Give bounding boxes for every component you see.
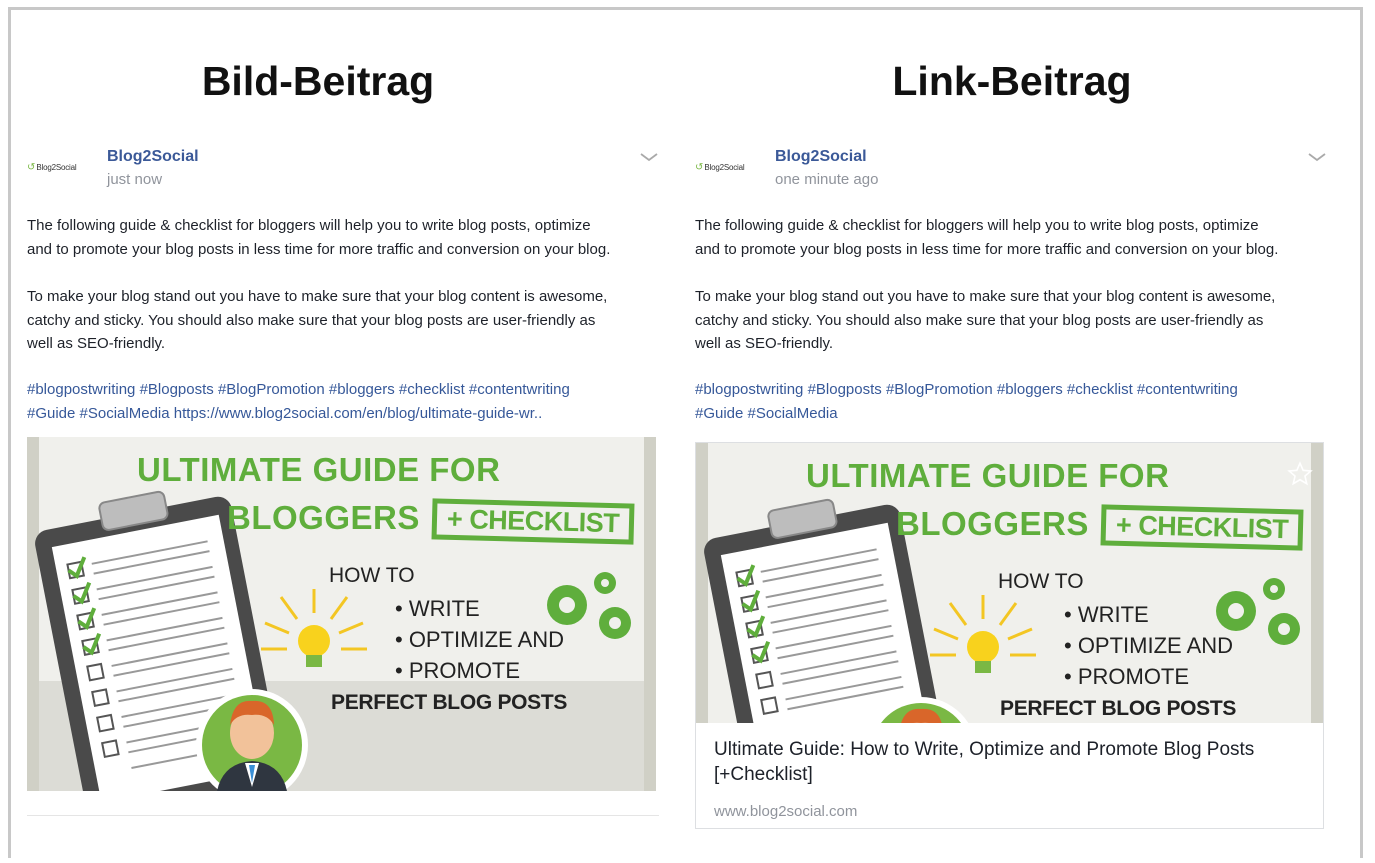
page-logo[interactable]: ↺ Blog2Social (695, 158, 757, 176)
banner-title-line2: BLOGGERS (227, 499, 420, 536)
left-heading: Bild-Beitrag (201, 58, 435, 104)
chevron-down-icon[interactable] (1307, 150, 1327, 164)
banner-bullet-2: • OPTIMIZE AND (395, 627, 565, 652)
chevron-down-icon[interactable] (639, 150, 659, 164)
lightbulb-icon (261, 589, 367, 667)
banner-stamp: + CHECKLIST (431, 498, 635, 545)
banner-stamp: + CHECKLIST (1100, 504, 1304, 551)
banner-perfect: PERFECT BLOG POSTS (331, 691, 568, 714)
banner-bullet-1: • WRITE (395, 596, 480, 621)
logo-text: Blog2Social (36, 162, 77, 172)
post-author[interactable]: Blog2Social (775, 148, 867, 166)
star-icon[interactable] (1287, 461, 1313, 487)
banner-title-line1: ULTIMATE GUIDE FOR (806, 457, 1170, 494)
post-hashtags[interactable]: #blogpostwriting #Blogposts #BlogPromoti… (695, 378, 1238, 425)
logo-text: Blog2Social (704, 162, 745, 172)
logo-leaf-icon: ↺ (695, 161, 704, 173)
right-heading: Link-Beitrag (892, 58, 1132, 104)
banner-title-line1: ULTIMATE GUIDE FOR (137, 451, 501, 488)
post-hashtags[interactable]: #blogpostwriting #Blogposts #BlogPromoti… (27, 378, 570, 425)
logo-leaf-icon: ↺ (27, 161, 36, 173)
banner-bullet-3: • PROMOTE (395, 658, 521, 683)
banner-title-line2: BLOGGERS (896, 505, 1089, 542)
post-timestamp[interactable]: one minute ago (775, 171, 878, 188)
link-url: www.blog2social.com (714, 803, 858, 820)
link-title[interactable]: Ultimate Guide: How to Write, Optimize a… (714, 737, 1314, 787)
post-image[interactable]: ULTIMATE GUIDE FOR BLOGGERS + CHECKLIST … (27, 437, 656, 791)
post-text-paragraph-2: To make your blog stand out you have to … (27, 288, 608, 352)
banner-how-to: HOW TO (998, 570, 1084, 593)
link-preview-caption[interactable]: Ultimate Guide: How to Write, Optimize a… (695, 723, 1324, 829)
banner-bullet-1: • WRITE (1064, 602, 1149, 627)
link-preview-image[interactable]: ULTIMATE GUIDE FOR BLOGGERS + CHECKLIST … (695, 442, 1324, 723)
banner-how-to: HOW TO (329, 564, 415, 587)
banner-perfect: PERFECT BLOG POSTS (1000, 697, 1237, 720)
post-text-paragraph-1: The following guide & checklist for blog… (695, 217, 1279, 258)
banner-bullet-3: • PROMOTE (1064, 664, 1190, 689)
post-author[interactable]: Blog2Social (107, 148, 199, 166)
post-text-paragraph-2: To make your blog stand out you have to … (695, 288, 1276, 352)
page-logo[interactable]: ↺ Blog2Social (27, 158, 89, 176)
lightbulb-icon (930, 595, 1036, 673)
post-text-paragraph-1: The following guide & checklist for blog… (27, 217, 611, 258)
banner-bullet-2: • OPTIMIZE AND (1064, 633, 1234, 658)
post-timestamp[interactable]: just now (107, 171, 162, 188)
post-divider (27, 815, 659, 816)
